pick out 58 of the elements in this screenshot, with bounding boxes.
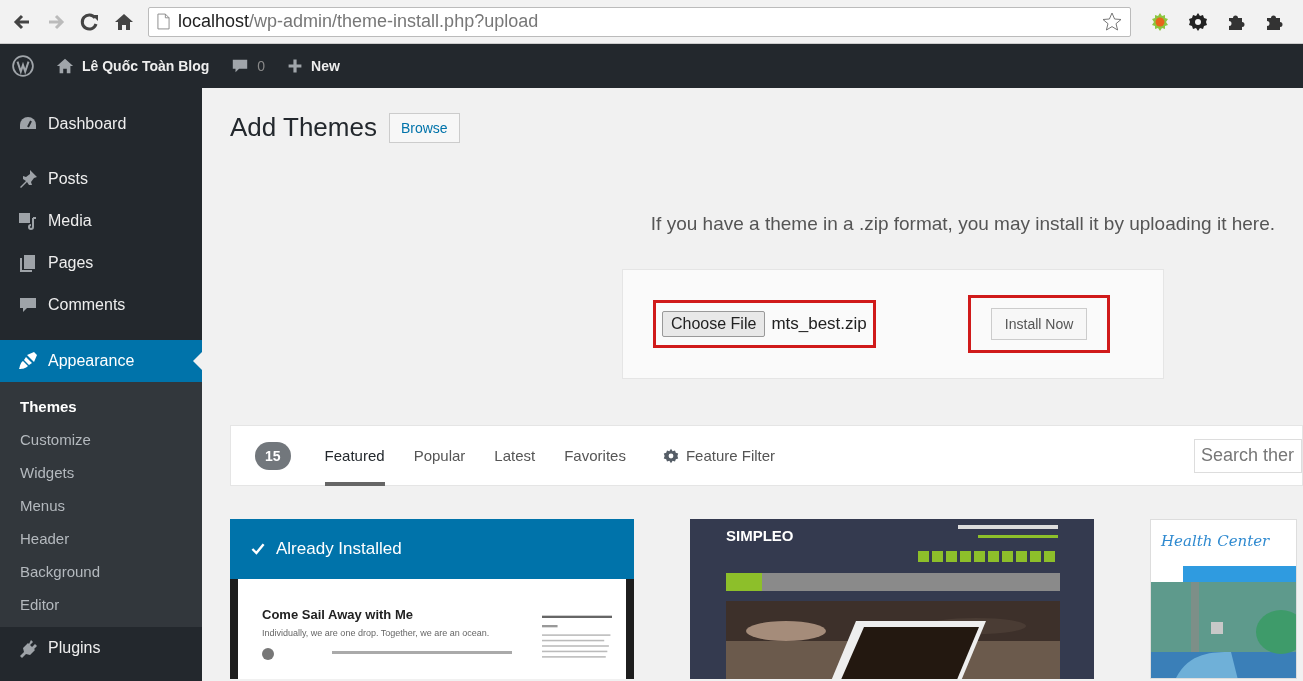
site-name-link[interactable]: Lê Quốc Toàn Blog [56,57,210,75]
submenu-item[interactable]: Menus [0,489,202,522]
theme-preview-title: Come Sail Away with Me [262,607,414,622]
browse-button[interactable]: Browse [388,112,460,143]
menu-item[interactable]: Comments [0,284,202,326]
page-title: Add Themes [230,112,377,143]
file-name: mts_best.zip [771,314,867,334]
checkmark-icon [250,541,266,557]
theme-card[interactable]: SIMPLEO [690,519,1094,679]
filter-tab[interactable]: Favorites [564,425,626,486]
theme-preview-tagline: Individually, we are one drop. Together, we are an ocean. [262,628,491,638]
comments-link[interactable]: 0 [231,57,266,75]
menu-item[interactable]: Dashboard [0,102,202,146]
submenu-item[interactable]: Themes [0,390,202,423]
plus-icon [287,58,304,74]
theme-card[interactable]: Health Center [1150,519,1297,679]
media-icon [18,211,38,231]
submenu-item[interactable]: Widgets [0,456,202,489]
url-text: localhost/wp-admin/theme-install.php?upload [178,11,540,32]
plug-icon [18,638,38,658]
reload-icon[interactable] [80,11,100,32]
submenu-item[interactable]: Customize [0,423,202,456]
filter-tab[interactable]: Featured [324,425,385,486]
wordpress-logo-icon[interactable] [12,55,34,77]
feature-filter-link[interactable]: Feature Filter [662,447,776,464]
theme-preview-logo: SIMPLEO [726,527,794,546]
submenu-item[interactable]: Background [0,555,202,588]
page-icon [157,13,170,30]
speech-bubble-icon [18,295,38,315]
settings-icon [662,447,679,464]
theme-count-badge: 15 [255,441,291,470]
install-now-button[interactable]: Install Now [990,308,1088,340]
menu-item[interactable]: Pages [0,242,202,284]
pin-icon [18,169,38,189]
menu-item[interactable]: Appearance [0,340,202,382]
upload-instructions: If you have a theme in a .zip format, you may install it by uploading it here. [649,213,1275,235]
pages-icon [18,253,38,273]
menu-item[interactable]: Plugins [0,627,202,669]
home-icon[interactable] [114,11,134,32]
new-link[interactable]: New [287,58,340,74]
menu-item[interactable]: Media [0,200,202,242]
theme-preview-logo: Health Center [1160,531,1271,552]
extension-badge-icon[interactable] [1150,11,1170,32]
paintbrush-icon [18,351,38,371]
address-bar[interactable]: localhost/wp-admin/theme-install.php?upload [148,6,1131,37]
theme-card[interactable]: Already Installed Come Sail Away with Me Individually, we are one drop. Together, we are an ocean. [230,519,634,679]
banner-text: Already Installed [276,539,402,559]
filter-tab[interactable]: Latest [494,425,536,486]
bookmark-star-icon[interactable] [1102,11,1122,32]
choose-file-button[interactable]: Choose File [662,311,766,337]
filter-tab[interactable]: Popular [413,425,466,486]
submenu-item[interactable]: Editor [0,588,202,621]
home-icon [56,57,74,75]
search-field[interactable]: Search ther [1194,438,1302,473]
file-input[interactable]: Choose File mts_best.zip [653,300,876,348]
menu-item[interactable]: Posts [0,158,202,200]
submenu-item[interactable]: Header [0,522,202,555]
settings-icon[interactable] [1188,11,1208,32]
